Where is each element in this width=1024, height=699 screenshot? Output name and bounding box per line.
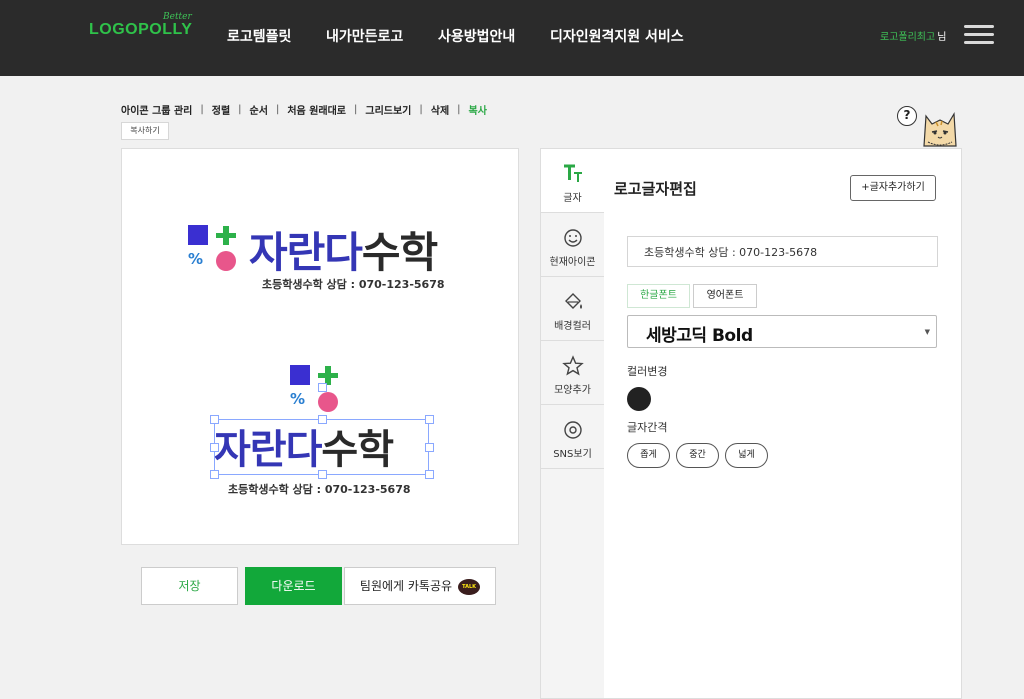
site-logo[interactable]: LOGOPOLLY [89, 21, 192, 39]
color-swatch[interactable] [627, 387, 651, 411]
text-editor-panel: 로고글자편집 +글자추가하기 한글폰트 영어폰트 세방고딕 Bold ▼ 컬러변… [604, 148, 962, 699]
pink-circle-shape-copy[interactable] [318, 392, 338, 412]
resize-handle[interactable] [425, 415, 434, 424]
nav-how-to-use[interactable]: 사용방법안내 [438, 26, 515, 46]
selection-box [214, 419, 429, 475]
percent-icon[interactable]: % [188, 250, 203, 268]
spacing-medium-button[interactable]: 중간 [676, 443, 719, 468]
tab-add-shape[interactable]: 모양추가 [541, 341, 604, 405]
cat-mascot-icon [923, 112, 957, 147]
nav-logo-templates[interactable]: 로고템플릿 [227, 26, 291, 46]
resize-handle[interactable] [425, 443, 434, 452]
tab-korean-font[interactable]: 한글폰트 [627, 284, 690, 308]
kakao-talk-icon: TALK [458, 578, 481, 595]
star-icon [562, 355, 584, 376]
logo-text-input[interactable] [627, 236, 938, 267]
panel-title: 로고글자편집 [614, 180, 697, 198]
hamburger-icon[interactable] [964, 24, 994, 46]
resize-handle[interactable] [210, 443, 219, 452]
resize-handle[interactable] [210, 470, 219, 479]
tab-text-label: 글자 [563, 193, 582, 204]
toolbar-icon-group-manage[interactable]: 아이콘 그룹 관리 [121, 102, 192, 117]
resize-handle[interactable] [425, 470, 434, 479]
selected-font-name: 세방고딕 Bold [646, 326, 753, 346]
editor-sidebar: 글자 현재아이콘 배경컬러 모양추가 SNS보기 [540, 148, 605, 699]
resize-handle[interactable] [318, 470, 327, 479]
spacing-narrow-button[interactable]: 좁게 [627, 443, 670, 468]
tab-background-color[interactable]: 배경컬러 [541, 277, 604, 341]
tab-add-shape-label: 모양추가 [554, 385, 591, 396]
logo-canvas[interactable]: % 자란다수학 초등학생수학 상담 : 070-123-5678 % 자란다수학… [121, 148, 519, 545]
toolbar-delete[interactable]: 삭제 [431, 102, 449, 117]
toolbar-divider: | [457, 104, 461, 115]
download-button[interactable]: 다운로드 [245, 567, 342, 605]
tab-english-font[interactable]: 영어폰트 [693, 284, 757, 308]
toolbar-order[interactable]: 순서 [250, 102, 268, 117]
rotate-handle[interactable] [318, 383, 327, 392]
tab-sns-view[interactable]: SNS보기 [541, 405, 604, 469]
kakao-share-button[interactable]: 팀원에게 카톡공유 TALK [344, 567, 496, 605]
kakao-share-label: 팀원에게 카톡공유 [359, 579, 453, 593]
percent-icon-copy[interactable]: % [290, 390, 305, 408]
tab-background-color-label: 배경컬러 [554, 321, 591, 332]
tab-text[interactable]: 글자 [541, 149, 604, 213]
user-greeting[interactable]: 로고폴리최고 님 [880, 28, 946, 43]
paint-bucket-icon [565, 293, 582, 309]
font-select-dropdown[interactable]: 세방고딕 Bold ▼ [627, 315, 937, 348]
tab-current-icon[interactable]: 현재아이콘 [541, 213, 604, 277]
tab-current-icon-label: 현재아이콘 [549, 257, 596, 268]
logo-title-blue: 자란다 [249, 228, 363, 277]
add-text-button[interactable]: +글자추가하기 [850, 175, 936, 201]
toolbar-copy[interactable]: 복사 [469, 102, 487, 117]
logo-tagline-text-copy[interactable]: 초등학생수학 상담 : 070-123-5678 [228, 481, 411, 497]
spacing-wide-button[interactable]: 넓게 [725, 443, 768, 468]
toolbar-grid-view[interactable]: 그리드보기 [365, 102, 411, 117]
resize-handle[interactable] [318, 415, 327, 424]
logo-tagline-text[interactable]: 초등학생수학 상담 : 070-123-5678 [262, 276, 445, 292]
help-icon[interactable]: ? [897, 106, 917, 126]
blue-square-shape[interactable] [188, 225, 208, 245]
save-button[interactable]: 저장 [141, 567, 238, 605]
resize-handle[interactable] [210, 415, 219, 424]
user-name: 로고폴리최고 [880, 32, 936, 43]
color-change-label: 컬러변경 [627, 365, 668, 378]
plus-icon-stem [223, 226, 229, 245]
copy-button[interactable]: 복사하기 [121, 122, 169, 140]
nav-remote-design-service[interactable]: 디자인원격지원 서비스 [550, 26, 684, 46]
nav-my-logos[interactable]: 내가만든로고 [326, 26, 403, 46]
letter-spacing-label: 글자간격 [627, 421, 668, 434]
tab-sns-view-label: SNS보기 [553, 449, 592, 460]
header-bar: Better LOGOPOLLY 로고템플릿 내가만든로고 사용방법안내 디자인… [0, 0, 1024, 76]
logo-title-text[interactable]: 자란다수학 [249, 219, 438, 280]
smiley-icon [564, 229, 582, 247]
toolbar-divider: | [200, 104, 204, 115]
toolbar-align[interactable]: 정렬 [212, 102, 230, 117]
logo-title-dark: 수학 [361, 228, 438, 277]
toolbar-divider: | [419, 104, 423, 115]
toolbar-divider: | [275, 104, 280, 115]
toolbar-divider: | [238, 104, 242, 115]
at-sign-icon [564, 421, 582, 439]
toolbar-divider: | [354, 104, 358, 115]
blue-square-shape-copy[interactable] [290, 365, 310, 385]
edit-toolbar: 아이콘 그룹 관리 | 정렬 | 순서 | 처음 원래대로 | 그리드보기 | … [121, 102, 487, 117]
text-icon [564, 164, 582, 182]
pink-circle-shape[interactable] [216, 251, 236, 271]
toolbar-reset[interactable]: 처음 원래대로 [287, 102, 346, 117]
user-suffix: 님 [937, 32, 947, 43]
chevron-down-icon: ▼ [924, 328, 930, 336]
